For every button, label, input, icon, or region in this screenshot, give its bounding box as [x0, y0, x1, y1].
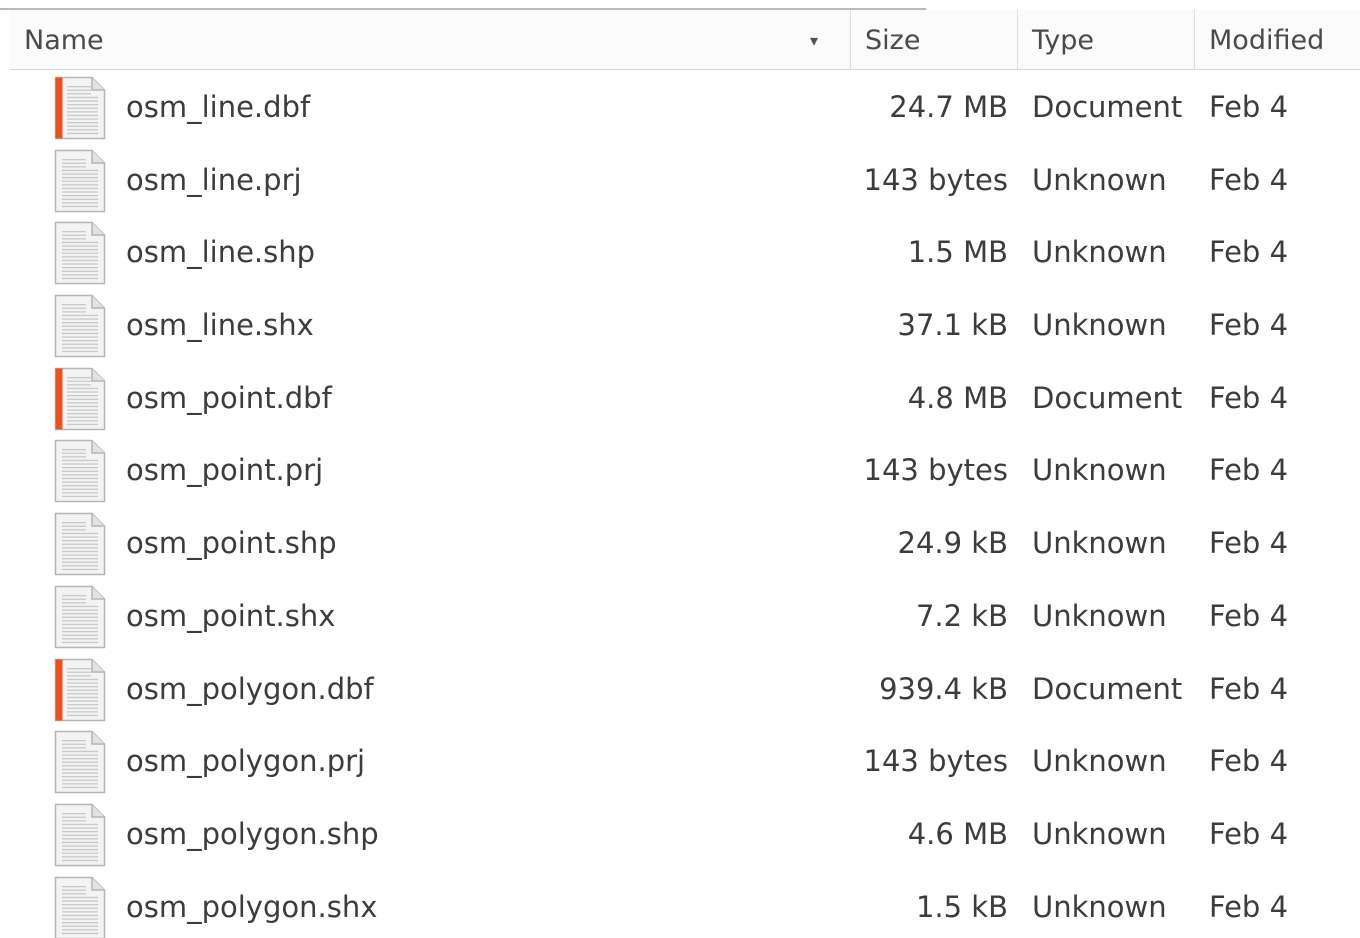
file-name: osm_line.shp — [126, 235, 316, 270]
file-modified: Feb 4 — [1209, 90, 1289, 124]
file-name: osm_line.prj — [126, 162, 302, 197]
text-file-icon — [54, 585, 106, 649]
file-row[interactable]: osm_line.shx 37.1 kB Unknown Feb 4 — [10, 289, 1360, 362]
file-modified: Feb 4 — [1209, 598, 1289, 633]
file-modified: Feb 4 — [1209, 308, 1289, 343]
file-name: osm_point.shx — [126, 598, 336, 633]
file-type: Document — [1032, 380, 1183, 415]
cropped-title-area — [0, 0, 926, 10]
file-row[interactable]: osm_point.dbf 4.8 MB Document Feb 4 — [10, 362, 1360, 435]
file-modified: Feb 4 — [1209, 235, 1289, 270]
text-file-icon — [54, 876, 106, 938]
file-name: osm_polygon.prj — [126, 744, 366, 779]
file-type: Unknown — [1032, 816, 1167, 851]
spreadsheet-document-icon — [54, 658, 106, 722]
spreadsheet-document-icon — [54, 367, 106, 431]
file-size: 7.2 kB — [915, 598, 1008, 633]
file-row[interactable]: osm_line.prj 143 bytes Unknown Feb 4 — [10, 144, 1360, 217]
file-size: 143 bytes — [863, 453, 1008, 488]
file-type: Document — [1032, 671, 1183, 706]
file-modified: Feb 4 — [1209, 889, 1289, 924]
file-name: osm_line.shx — [126, 308, 314, 343]
text-file-icon — [54, 149, 106, 213]
text-file-icon — [54, 803, 106, 867]
column-header-bar: Name ▾ Size Type Modified — [10, 10, 1360, 70]
file-modified: Feb 4 — [1209, 671, 1289, 706]
column-header-type-label: Type — [1032, 25, 1095, 56]
file-size: 24.9 kB — [897, 526, 1008, 561]
file-type: Unknown — [1032, 453, 1167, 488]
column-header-size[interactable]: Size — [851, 10, 1018, 70]
file-name: osm_polygon.shx — [126, 889, 378, 924]
file-name: osm_line.dbf — [126, 90, 311, 124]
file-name: osm_point.dbf — [126, 380, 332, 415]
file-modified: Feb 4 — [1209, 744, 1289, 779]
column-header-modified-label: Modified — [1209, 25, 1325, 56]
file-modified: Feb 4 — [1209, 453, 1289, 488]
file-size: 939.4 kB — [879, 671, 1008, 706]
file-size: 1.5 kB — [915, 889, 1008, 924]
file-size: 4.6 MB — [907, 816, 1008, 851]
column-header-name[interactable]: Name — [10, 10, 851, 70]
file-type: Unknown — [1032, 889, 1167, 924]
file-row[interactable]: osm_polygon.dbf 939.4 kB Document Feb 4 — [10, 653, 1360, 726]
column-header-modified[interactable]: Modified — [1195, 10, 1360, 70]
file-row[interactable]: osm_polygon.shx 1.5 kB Unknown Feb 4 — [10, 871, 1360, 938]
file-manager-window: Name ▾ Size Type Modified osm_line.dbf 24… — [0, 0, 1360, 938]
file-modified: Feb 4 — [1209, 526, 1289, 561]
file-type: Document — [1032, 90, 1183, 124]
file-size: 24.7 MB — [889, 90, 1008, 124]
file-type: Unknown — [1032, 308, 1167, 343]
text-file-icon — [54, 294, 106, 358]
column-header-type[interactable]: Type — [1018, 10, 1195, 70]
sort-down-icon[interactable]: ▾ — [810, 10, 818, 72]
file-name: osm_polygon.shp — [126, 816, 379, 851]
file-type: Unknown — [1032, 162, 1167, 197]
file-type: Unknown — [1032, 744, 1167, 779]
file-name: osm_polygon.dbf — [126, 671, 374, 706]
column-header-name-label: Name — [24, 25, 104, 56]
file-size: 143 bytes — [863, 162, 1008, 197]
file-name: osm_point.prj — [126, 453, 324, 488]
text-file-icon — [54, 439, 106, 503]
file-modified: Feb 4 — [1209, 816, 1289, 851]
spreadsheet-document-icon — [54, 76, 106, 140]
file-name: osm_point.shp — [126, 526, 337, 561]
file-row[interactable]: osm_point.shx 7.2 kB Unknown Feb 4 — [10, 580, 1360, 653]
file-modified: Feb 4 — [1209, 380, 1289, 415]
text-file-icon — [54, 730, 106, 794]
file-row[interactable]: osm_line.shp 1.5 MB Unknown Feb 4 — [10, 216, 1360, 289]
file-size: 4.8 MB — [907, 380, 1008, 415]
column-header-size-label: Size — [865, 25, 921, 56]
file-type: Unknown — [1032, 235, 1167, 270]
file-row[interactable]: osm_polygon.prj 143 bytes Unknown Feb 4 — [10, 725, 1360, 798]
file-modified: Feb 4 — [1209, 162, 1289, 197]
file-row[interactable]: osm_point.shp 24.9 kB Unknown Feb 4 — [10, 507, 1360, 580]
text-file-icon — [54, 512, 106, 576]
file-list: osm_line.dbf 24.7 MB Document Feb 4 osm_line… — [10, 71, 1360, 938]
file-row[interactable]: osm_polygon.shp 4.6 MB Unknown Feb 4 — [10, 798, 1360, 871]
file-size: 1.5 MB — [907, 235, 1008, 270]
file-row[interactable]: osm_line.dbf 24.7 MB Document Feb 4 — [10, 71, 1360, 144]
file-size: 37.1 kB — [897, 308, 1008, 343]
file-row[interactable]: osm_point.prj 143 bytes Unknown Feb 4 — [10, 434, 1360, 507]
file-type: Unknown — [1032, 598, 1167, 633]
text-file-icon — [54, 221, 106, 285]
file-size: 143 bytes — [863, 744, 1008, 779]
file-type: Unknown — [1032, 526, 1167, 561]
